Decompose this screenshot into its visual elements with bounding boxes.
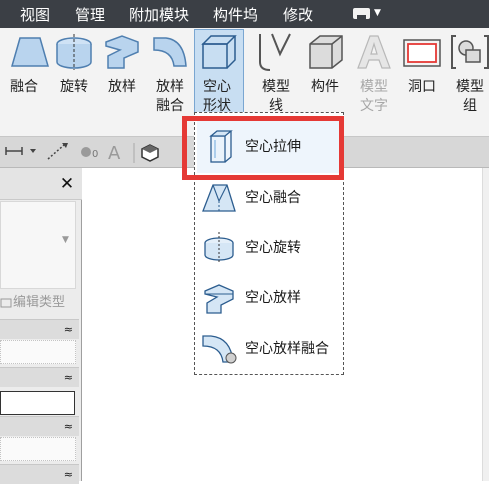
void-revolve-icon [201, 231, 237, 265]
collapse-icon[interactable]: ≈ [64, 418, 73, 436]
menu-modify[interactable]: 修改 [283, 0, 313, 28]
chevron-down-icon[interactable]: ▼ [374, 8, 381, 19]
dropdown-item-label: 空心放样融合 [245, 341, 329, 357]
menu-manage[interactable]: 管理 [75, 0, 105, 28]
dropdown-item-void-swept-blend[interactable]: 空心放样融合 [195, 330, 343, 368]
model-line-icon [254, 32, 298, 72]
void-sweep-icon [201, 281, 237, 315]
type-selector[interactable] [0, 201, 76, 289]
component-icon [304, 32, 348, 72]
sweep-icon [100, 32, 144, 72]
model-group-label: 模型 组 [456, 79, 484, 114]
opening-icon [400, 32, 444, 72]
panel-field[interactable] [0, 391, 75, 415]
svg-text:0: 0 [92, 149, 98, 160]
text-icon[interactable]: A [108, 143, 121, 164]
blend-icon [8, 32, 52, 72]
dimension-icon[interactable] [5, 147, 36, 155]
model-text-icon [352, 32, 396, 72]
swept-blend-icon [148, 32, 192, 72]
panel-section-header[interactable]: ≈ [0, 416, 79, 436]
3d-view-icon[interactable] [141, 144, 159, 162]
model-group-icon [450, 32, 489, 72]
edit-type-icon [0, 298, 12, 307]
dropdown-item-label: 空心放样 [245, 290, 301, 306]
close-icon[interactable]: ✕ [56, 168, 78, 200]
align-icon[interactable] [47, 143, 68, 160]
edit-type-label: 编辑类型 [13, 295, 66, 310]
void-swept-blend-icon [201, 332, 237, 366]
canvas-scrollbar[interactable] [482, 168, 489, 481]
dropdown-item-void-revolve[interactable]: 空心旋转 [195, 229, 343, 267]
collapse-icon[interactable]: ≈ [64, 369, 73, 387]
collapse-icon[interactable]: ≈ [64, 466, 73, 484]
dropdown-item-label: 空心融合 [245, 190, 301, 206]
void-blend-icon [201, 181, 237, 215]
void-forms-label: 空心 形状 [203, 79, 231, 114]
edit-type-button[interactable]: 编辑类型 [0, 292, 80, 314]
panel-row[interactable] [0, 437, 76, 461]
tag-icon[interactable]: 0 [81, 147, 98, 160]
menu-bar: 视图 管理 附加模块 构件坞 修改 [0, 0, 489, 28]
dropdown-item-label: 空心旋转 [245, 240, 301, 256]
panel-section-header[interactable]: ≈ [0, 319, 79, 339]
panel-section-header[interactable]: ≈ [0, 367, 79, 387]
panel-row[interactable] [0, 340, 76, 364]
svg-text:A: A [108, 143, 121, 164]
revolve-icon [52, 32, 96, 72]
panel-section-header[interactable]: ≈ [0, 464, 79, 484]
dropdown-item-void-blend[interactable]: 空心融合 [195, 179, 343, 217]
chevron-down-icon[interactable]: ▼ [62, 235, 72, 245]
ribbon-toggle-icon[interactable] [353, 8, 370, 19]
void-forms-icon [195, 32, 239, 72]
dropdown-item-void-sweep[interactable]: 空心放样 [195, 279, 343, 317]
menu-addins[interactable]: 附加模块 [129, 0, 189, 28]
highlight-annotation-box [182, 116, 344, 180]
collapse-icon[interactable]: ≈ [64, 321, 73, 339]
menu-component-dock[interactable]: 构件坞 [213, 0, 258, 28]
menu-view[interactable]: 视图 [20, 0, 50, 28]
